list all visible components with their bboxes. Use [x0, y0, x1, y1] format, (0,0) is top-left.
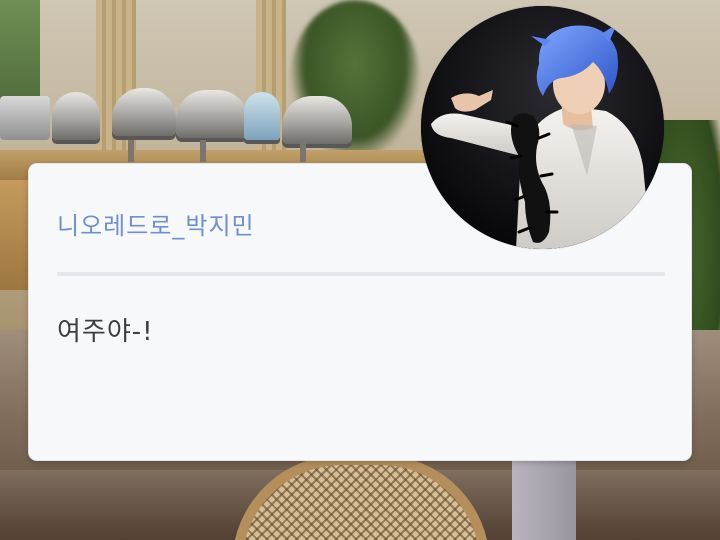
background-stand — [128, 140, 134, 162]
background-chafing-dish — [52, 92, 100, 140]
dialog-message: 여주야-! — [57, 317, 154, 347]
background-chafing-dish — [176, 90, 248, 138]
avatar-photo-icon — [421, 6, 664, 249]
background-window — [0, 0, 40, 110]
speaker-name: 니오레드로_박지민 — [57, 212, 255, 240]
background-stand — [200, 140, 206, 162]
background-curtain — [256, 0, 286, 170]
avatar — [421, 6, 664, 249]
background-chafing-dish — [282, 96, 352, 144]
background-toaster — [0, 96, 50, 140]
background-stand — [300, 140, 306, 162]
background-chafing-dish — [112, 88, 176, 136]
dialog-divider — [57, 272, 665, 276]
background-chafing-dish — [244, 92, 280, 140]
